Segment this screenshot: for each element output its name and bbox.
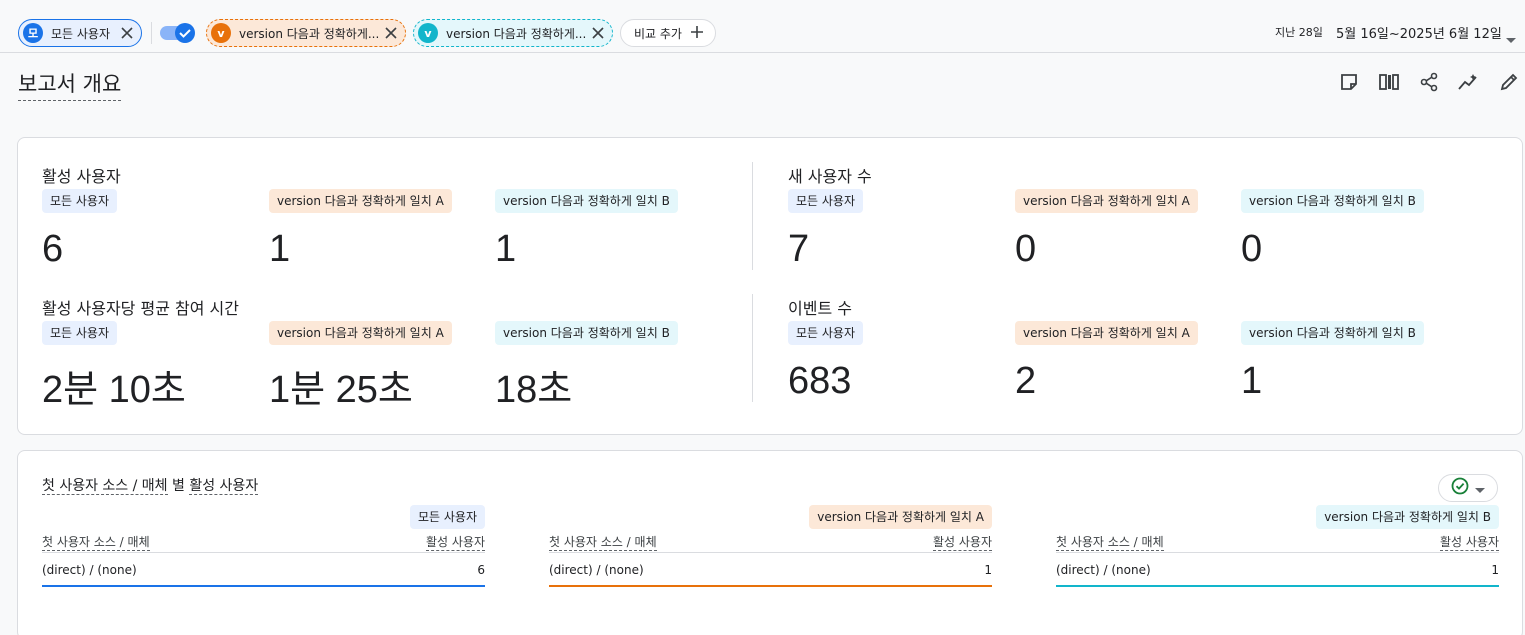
column-header-dimension[interactable]: 첫 사용자 소스 / 매체 [42,533,150,551]
segment-label-b: version 다음과 정확하게 일치 B [1241,321,1424,345]
metric-value-a: 0 [1015,228,1037,270]
close-icon[interactable] [380,22,402,44]
date-range-picker[interactable]: 5월 16일~2025년 6월 12일 [1336,23,1502,42]
card-status-button[interactable] [1438,474,1498,502]
segment-label-all: 모든 사용자 [788,189,864,213]
metric-title-active-users: 활성 사용자 [42,167,121,186]
metric-value-b: 1 [1241,360,1263,402]
source-medium-card: 첫 사용자 소스 / 매체 별 활성 사용자 모든 사용자 첫 사용자 소스 /… [17,450,1523,635]
card-title-dimension: 첫 사용자 소스 / 매체 [42,478,168,495]
metric-value-all: 2분 10초 [42,369,186,411]
segment-avatar: 모 [23,23,43,43]
metric-title-event-count: 이벤트 수 [788,299,852,318]
mini-table-b: version 다음과 정확하게 일치 B 첫 사용자 소스 / 매체 활성 사… [1056,503,1499,593]
segment-label-a: version 다음과 정확하게 일치 A [269,321,452,345]
row-value: 6 [477,563,485,577]
segment-label-all: 모든 사용자 [788,321,864,345]
segment-label-a: version 다음과 정확하게 일치 A [1015,321,1198,345]
add-comparison-button[interactable]: 비교 추가 [620,19,716,47]
segment-label-a: version 다음과 정확하게 일치 A [269,189,452,213]
card-title[interactable]: 첫 사용자 소스 / 매체 별 활성 사용자 [42,475,259,495]
row-bar [549,585,992,587]
card-title-metric: 활성 사용자 [189,478,259,495]
segment-label-b: version 다음과 정확하게 일치 B [495,321,678,345]
insights-icon[interactable] [1457,70,1481,94]
table-header: 첫 사용자 소스 / 매체 활성 사용자 [42,531,485,553]
column-header-metric[interactable]: 활성 사용자 [1439,533,1499,551]
metric-value-all: 7 [788,228,810,270]
segment-chip-version-b[interactable]: v version 다음과 정확하게... [413,19,613,47]
close-icon[interactable] [116,22,138,44]
table-row: (direct) / (none) 1 [1056,563,1499,587]
table-row: (direct) / (none) 6 [42,563,485,587]
segment-label-b: version 다음과 정확하게 일치 B [1241,189,1424,213]
row-bar [1056,585,1499,587]
columns-icon[interactable] [1377,70,1401,94]
segment-label-a: version 다음과 정확하게 일치 A [1015,189,1198,213]
metrics-summary-card: 활성 사용자 모든 사용자 version 다음과 정확하게 일치 A vers… [17,137,1523,435]
segment-avatar: v [418,23,438,43]
date-range-preset: 지난 28일 [1275,26,1323,39]
caret-down-icon [1475,479,1485,498]
column-header-metric[interactable]: 활성 사용자 [425,533,485,551]
metric-title-avg-engagement: 활성 사용자당 평균 참여 시간 [42,299,239,318]
row-dimension: (direct) / (none) [549,563,644,577]
table-header: 첫 사용자 소스 / 매체 활성 사용자 [549,531,992,553]
table-header: 첫 사용자 소스 / 매체 활성 사용자 [1056,531,1499,553]
table-row: (direct) / (none) 1 [549,563,992,587]
caret-down-icon[interactable] [1506,29,1516,48]
metric-value-b: 0 [1241,228,1263,270]
segment-label-b: version 다음과 정확하게 일치 B [1316,505,1499,529]
row-dimension: (direct) / (none) [42,563,137,577]
segment-label-all: 모든 사용자 [42,189,118,213]
check-circle-icon [1451,477,1469,499]
segment-chip-label: version 다음과 정확하게... [239,26,380,41]
segment-chip-label: version 다음과 정확하게... [446,26,587,41]
metric-value-b: 1 [495,228,517,270]
metric-value-a: 1분 25초 [269,369,413,411]
compare-toggle[interactable] [160,22,196,44]
note-icon[interactable] [1337,70,1361,94]
segment-label-all: 모든 사용자 [409,505,485,529]
page-title[interactable]: 보고서 개요 [18,68,122,101]
segment-label-b: version 다음과 정확하게 일치 B [495,189,678,213]
segment-chip-all-users[interactable]: 모 모든 사용자 [18,19,142,47]
row-value: 1 [1491,563,1499,577]
divider [752,294,753,402]
segment-chip-version-a[interactable]: v version 다음과 정확하게... [206,19,406,47]
row-dimension: (direct) / (none) [1056,563,1151,577]
metric-value-all: 6 [42,228,64,270]
column-header-metric[interactable]: 활성 사용자 [932,533,992,551]
segment-chip-label: 모든 사용자 [51,26,111,41]
row-value: 1 [984,563,992,577]
segment-label-a: version 다음과 정확하게 일치 A [809,505,992,529]
metric-title-new-users: 새 사용자 수 [788,167,872,186]
share-icon[interactable] [1417,70,1441,94]
metric-value-all: 683 [788,360,852,402]
metric-value-a: 2 [1015,360,1037,402]
close-icon[interactable] [587,22,609,44]
edit-icon[interactable] [1497,70,1521,94]
mini-table-a: version 다음과 정확하게 일치 A 첫 사용자 소스 / 매체 활성 사… [549,503,992,593]
segment-avatar: v [211,23,231,43]
plus-icon [690,25,704,42]
card-title-connector: 별 [167,478,190,494]
comparison-bar: 모 모든 사용자 v version 다음과 정확하게... v version… [0,0,1525,53]
mini-table-all: 모든 사용자 첫 사용자 소스 / 매체 활성 사용자 (direct) / (… [42,503,485,593]
divider [151,22,152,44]
segment-label-all: 모든 사용자 [42,321,118,345]
row-bar [42,585,485,587]
add-comparison-label: 비교 추가 [634,26,682,41]
divider [752,162,753,270]
metric-value-a: 1 [269,228,291,270]
column-header-dimension[interactable]: 첫 사용자 소스 / 매체 [549,533,657,551]
column-header-dimension[interactable]: 첫 사용자 소스 / 매체 [1056,533,1164,551]
metric-value-b: 18초 [495,369,573,411]
